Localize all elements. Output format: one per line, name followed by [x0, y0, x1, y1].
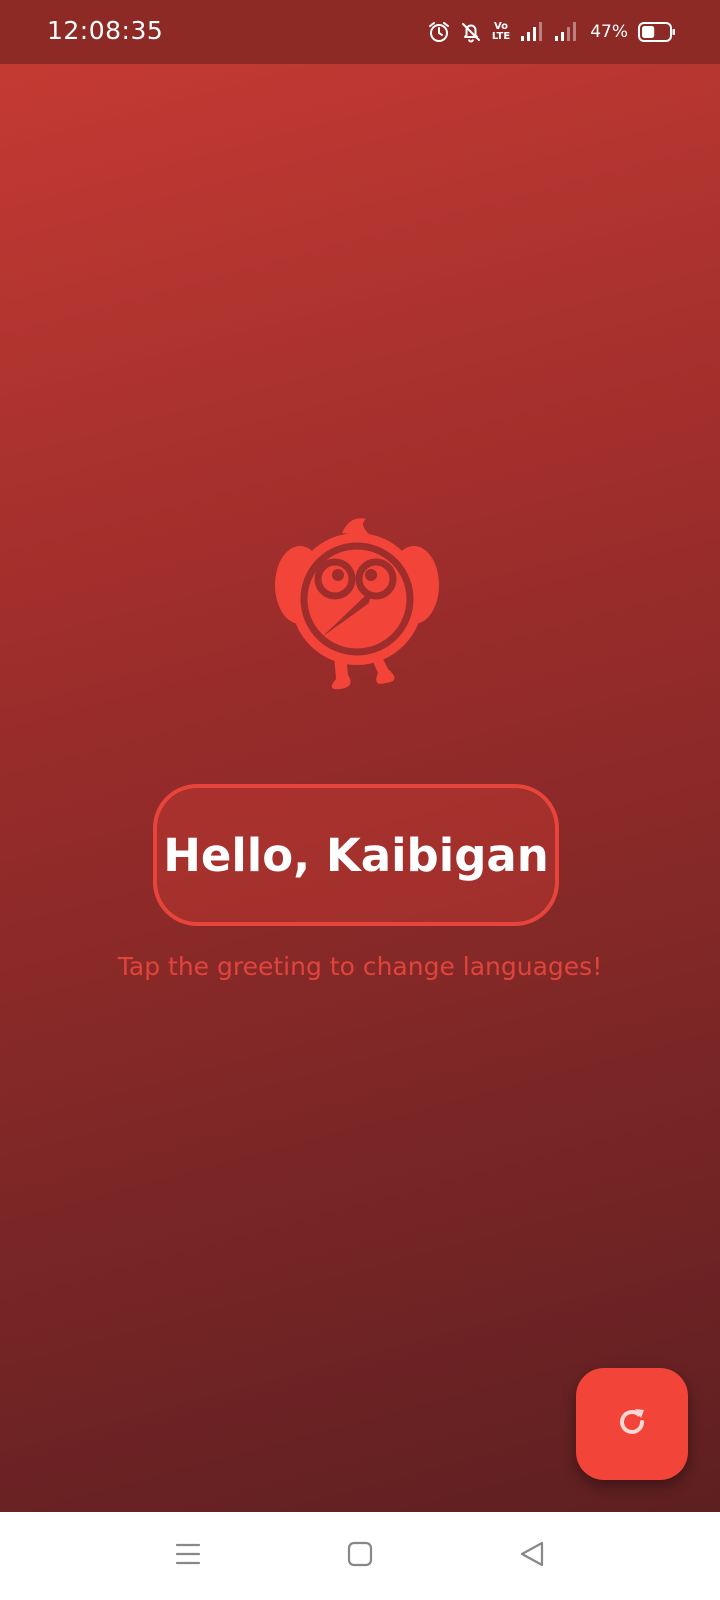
back-icon [518, 1540, 546, 1573]
signal-1-icon [520, 21, 544, 43]
nav-home-button[interactable] [336, 1532, 384, 1580]
hint-text: Tap the greeting to change languages! [117, 952, 603, 981]
status-time: 12:08:35 [47, 16, 164, 45]
refresh-icon [614, 1404, 650, 1445]
nav-back-button[interactable] [508, 1532, 556, 1580]
status-icons: Vo LTE 47% [428, 19, 676, 45]
app-body: Hello, Kaibigan Tap the greeting to chan… [0, 64, 720, 1512]
menu-icon [174, 1540, 202, 1573]
status-bar: 12:08:35 Vo LTE 47% [0, 0, 720, 64]
greeting-button[interactable]: Hello, Kaibigan [153, 784, 559, 926]
refresh-fab-button[interactable] [576, 1368, 688, 1480]
nav-menu-button[interactable] [164, 1532, 212, 1580]
alarm-icon [428, 21, 450, 43]
app-screen: 12:08:35 Vo LTE 47% Hello, Kaibigan Tap … [0, 0, 720, 1600]
battery-percent: 47% [590, 22, 628, 42]
signal-2-icon [554, 21, 578, 43]
navigation-bar [0, 1512, 720, 1600]
volte-icon: Vo LTE [492, 22, 510, 42]
bell-muted-icon [460, 21, 482, 43]
bird-mascot-icon [274, 513, 440, 698]
home-icon [346, 1540, 374, 1573]
greeting-text: Hello, Kaibigan [163, 828, 549, 882]
battery-icon [638, 21, 676, 43]
volte-bottom: LTE [491, 31, 511, 42]
